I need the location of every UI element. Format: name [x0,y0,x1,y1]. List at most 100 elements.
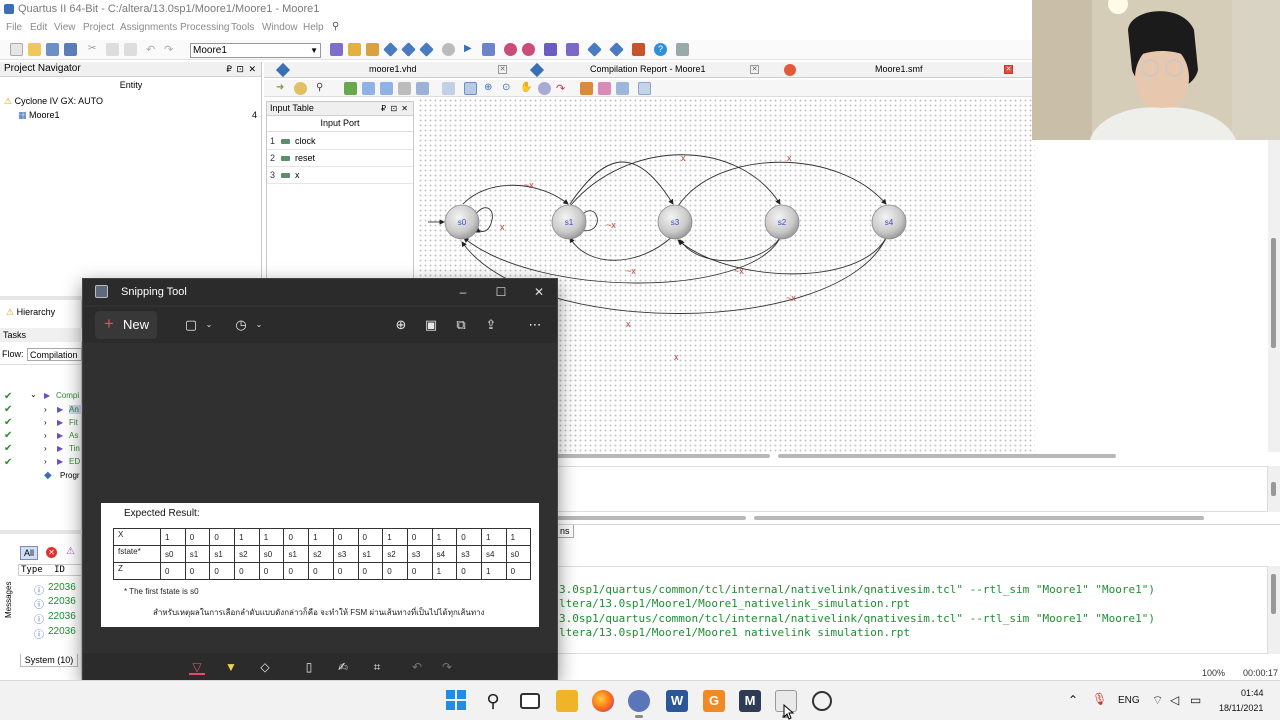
selection-tool-icon[interactable] [464,82,477,95]
menu-tools[interactable]: Tools [231,22,254,33]
task-view-icon[interactable] [520,693,540,709]
chevron-down-icon[interactable]: ⌄ [201,317,217,333]
menu-window[interactable]: Window [262,22,298,33]
analysis-icon[interactable] [401,42,416,57]
copy-icon[interactable]: ⧉ [453,317,469,333]
input-row[interactable]: 3 x [267,167,413,184]
device-item[interactable]: ⚠ Cyclone IV GX: AUTO [4,96,103,107]
vertical-scrollbar[interactable] [1268,566,1280,654]
message-id[interactable]: 22036 [48,626,76,637]
share-icon[interactable]: ⇪ [483,317,499,333]
panel-controls[interactable]: ₽ ⊡ ✕ [381,102,409,115]
add-output-icon[interactable] [380,82,393,95]
new-snip-button[interactable]: + New [95,311,157,339]
file-explorer-icon[interactable] [556,690,578,712]
task-item-0[interactable]: Compi [56,391,79,400]
tab-moore1-smf[interactable]: Moore1.smf [875,64,923,74]
timing-icon[interactable] [482,43,495,56]
generate-hdl-icon[interactable] [344,82,357,95]
highlighter-icon[interactable]: ▼ [223,659,239,675]
crop-icon[interactable]: ⌗ [369,659,385,675]
zoom-icon[interactable]: ⊕ [393,317,409,333]
menu-help[interactable]: Help [303,22,324,33]
save-icon[interactable] [46,43,59,56]
task-item-3[interactable]: As [69,431,78,440]
transition-tool-icon[interactable]: ↷ [556,82,569,95]
stop-icon[interactable] [442,43,455,56]
maximize-icon[interactable]: ☐ [491,283,511,301]
snipping-tool-title-bar[interactable]: Snipping Tool – ☐ ✕ [83,279,557,305]
flow-select[interactable]: Compilation [27,348,82,361]
splitter[interactable] [0,530,82,534]
eraser-icon[interactable]: ◇ [257,659,273,675]
scrollbar-thumb[interactable] [754,516,1204,520]
copy-icon[interactable] [106,43,119,56]
undo-icon[interactable]: ↶ [146,43,159,56]
open-folder-icon[interactable] [28,43,41,56]
wizard-icon[interactable] [294,82,307,95]
expand-icon[interactable]: › [44,457,47,466]
programmer-icon[interactable] [587,42,602,57]
tab-compilation-report[interactable]: Compilation Report - Moore1 [590,64,706,74]
expand-icon[interactable]: › [44,418,47,427]
clock-time[interactable]: 01:44 [1241,688,1264,698]
warning-filter-icon[interactable]: ⚠ [66,546,75,557]
redo-icon[interactable]: ↷ [439,659,455,675]
microphone-icon[interactable]: 🎙 [1092,692,1107,706]
menu-edit[interactable]: Edit [30,22,47,33]
language-indicator[interactable]: ENG [1118,695,1140,706]
properties-icon[interactable] [416,82,429,95]
scrollbar-thumb[interactable] [556,454,770,458]
task-item-2[interactable]: Fit [69,418,78,427]
redo-icon[interactable]: ↷ [164,43,177,56]
horizontal-scrollbar[interactable] [556,514,1280,522]
expand-icon[interactable]: › [44,405,47,414]
horizontal-scrollbar[interactable] [556,452,1280,460]
expand-icon[interactable]: › [44,444,47,453]
input-row[interactable]: 2 reset [267,150,413,167]
menu-view[interactable]: View [54,22,76,33]
entity-column-header[interactable]: Entity [0,80,262,90]
obs-icon[interactable] [812,691,832,711]
scrollbar-thumb[interactable] [1271,238,1276,348]
new-file-icon[interactable] [10,43,23,56]
scrollbar-thumb[interactable] [1271,574,1276,614]
undo-icon[interactable]: ↶ [409,659,425,675]
platform-designer-icon[interactable] [632,43,645,56]
task-item-1[interactable]: An [69,405,82,414]
search-icon[interactable]: ⚲ [482,690,504,712]
top-entity-item[interactable]: ▦ Moore1 [18,110,60,121]
help-icon[interactable]: ? [654,43,667,56]
paste-icon[interactable] [124,43,137,56]
save-icon[interactable]: ▣ [423,317,439,333]
message-id[interactable]: 22036 [48,582,76,593]
entity-select[interactable]: Moore1 ▼ [190,43,321,58]
snip-mode-icon[interactable]: ▢ [183,317,199,333]
modelsim-icon[interactable]: M [739,690,761,712]
whats-this-icon[interactable] [676,43,689,56]
menu-project[interactable]: Project [83,22,114,33]
filter-all-button[interactable]: All [20,546,38,560]
tab-system[interactable]: System (10) [20,654,78,667]
task-item-5[interactable]: ED [69,457,80,466]
pan-icon[interactable]: ✋ [520,82,533,95]
pin-planner-icon[interactable] [348,43,361,56]
scrollbar-thumb[interactable] [1271,482,1276,496]
input-port-column[interactable]: Input Port [267,118,413,128]
help-search-icon[interactable]: ⚲ [332,21,339,32]
battery-icon[interactable]: ▭ [1190,693,1201,707]
signaltap-icon[interactable] [566,43,579,56]
task-item-6[interactable]: Progr [60,471,80,480]
message-id[interactable]: 22036 [48,611,76,622]
start-windows-icon[interactable] [446,690,466,710]
assignment-editor-icon[interactable] [330,43,343,56]
fit-window-icon[interactable] [442,82,455,95]
cut-icon[interactable]: ✂ [88,43,101,56]
arrow-icon[interactable]: ➜ [276,82,289,95]
minimize-icon[interactable]: – [453,283,473,301]
play-icon[interactable]: ▶ [464,43,477,56]
netlist-viewer-icon[interactable] [504,43,517,56]
more-options-icon[interactable]: ⋯ [527,317,543,333]
chip-planner-icon[interactable] [522,43,535,56]
word-icon[interactable]: W [666,690,688,712]
